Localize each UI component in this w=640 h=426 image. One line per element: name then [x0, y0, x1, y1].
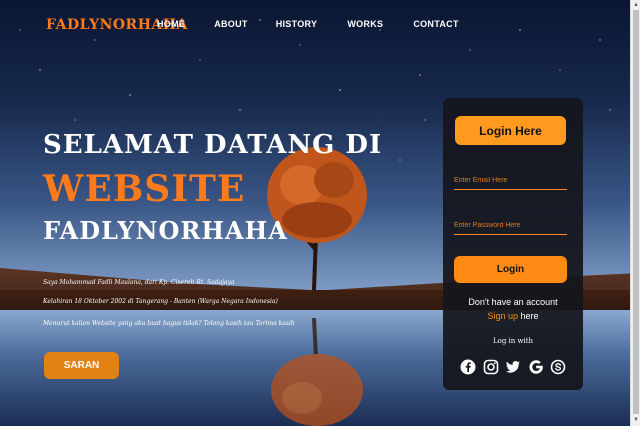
email-field[interactable]: [454, 172, 567, 190]
login-title: Login Here: [455, 116, 566, 145]
nav-item-about[interactable]: ABOUT: [214, 19, 248, 29]
nav-menu: HOME ABOUT HISTORY WORKS CONTACT: [157, 19, 459, 29]
twitter-icon[interactable]: [505, 359, 521, 375]
intro-line-1: Saya Mohammad Fadli Maulana, dari Kp. Ci…: [43, 279, 235, 286]
signup-row: Sign up here: [443, 311, 583, 321]
password-field[interactable]: [454, 217, 567, 235]
website-heading: WEBSITE: [43, 168, 246, 210]
signup-link[interactable]: Sign up: [487, 311, 518, 321]
nav-item-home[interactable]: HOME: [157, 19, 185, 29]
instagram-icon[interactable]: [483, 359, 499, 375]
welcome-heading: SELAMAT DATANG DI: [43, 130, 383, 160]
nav-item-history[interactable]: HISTORY: [276, 19, 318, 29]
login-button[interactable]: Login: [454, 256, 567, 283]
tree-reflection: [271, 318, 363, 426]
saran-button[interactable]: SARAN: [44, 352, 119, 379]
login-with-text: Log in with: [492, 337, 534, 345]
facebook-icon[interactable]: [460, 359, 476, 375]
nav-item-works[interactable]: WORKS: [347, 19, 383, 29]
hero-section: SELAMAT DATANG DI WEBSITE FADLYNORHAHA: [43, 130, 382, 245]
scroll-down-arrow-icon[interactable]: ▼: [632, 416, 640, 424]
intro-line-2: Kelahiran 18 Oktober 2002 di Tangerang -…: [43, 298, 278, 305]
signup-suffix: here: [518, 311, 539, 321]
name-heading: FADLYNORHAHA: [43, 216, 288, 245]
google-icon[interactable]: [528, 359, 544, 375]
window-scrollbar[interactable]: ▲ ▼: [630, 0, 640, 426]
skype-icon[interactable]: [550, 359, 566, 375]
navbar: FADLYNORHAHA HOME ABOUT HISTORY WORKS CO…: [0, 0, 630, 52]
login-card: Login Here Login Don't have an account S…: [443, 98, 583, 390]
social-login-row: [460, 358, 566, 376]
nav-item-contact[interactable]: CONTACT: [413, 19, 458, 29]
scroll-up-arrow-icon[interactable]: ▲: [632, 1, 640, 9]
no-account-text: Don't have an account: [468, 297, 558, 307]
intro-line-3: Menurut kalian Website yang aku buat bag…: [43, 320, 295, 327]
scroll-thumb[interactable]: [633, 10, 639, 414]
